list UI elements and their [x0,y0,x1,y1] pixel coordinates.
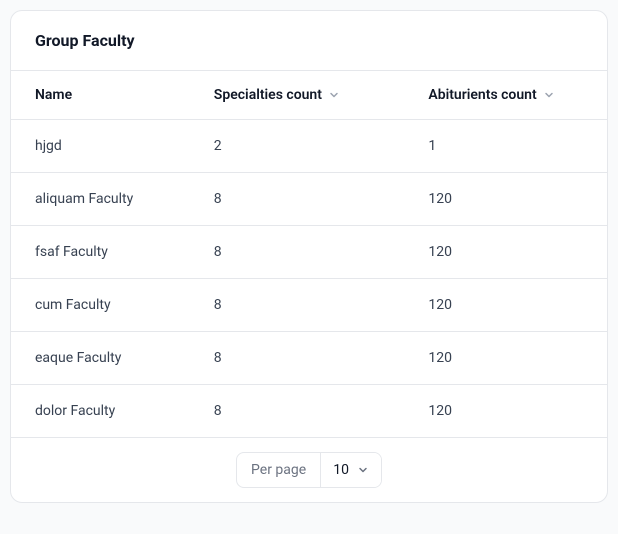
cell-abiturients: 120 [404,385,607,438]
card-title: Group Faculty [35,31,583,50]
card-header: Group Faculty [11,11,607,70]
cell-name: hjgd [11,120,190,173]
table-row: fsaf Faculty 8 120 [11,226,607,279]
cell-abiturients: 120 [404,279,607,332]
table-row: hjgd 2 1 [11,120,607,173]
table-row: dolor Faculty 8 120 [11,385,607,438]
cell-name: dolor Faculty [11,385,190,438]
column-header-name-label: Name [35,87,72,103]
cell-specialties: 8 [190,226,405,279]
chevron-down-icon [357,464,369,476]
cell-specialties: 8 [190,332,405,385]
cell-specialties: 2 [190,120,405,173]
table-row: aliquam Faculty 8 120 [11,173,607,226]
column-header-specialties-label: Specialties count [214,87,322,103]
cell-name: fsaf Faculty [11,226,190,279]
per-page-label: Per page [237,453,321,487]
cell-specialties: 8 [190,173,405,226]
per-page-value: 10 [333,462,349,478]
table-body: hjgd 2 1 aliquam Faculty 8 120 fsaf Facu… [11,120,607,438]
cell-name: eaque Faculty [11,332,190,385]
group-faculty-card: Group Faculty Name Specialties count [10,10,608,503]
cell-abiturients: 120 [404,332,607,385]
table-row: cum Faculty 8 120 [11,279,607,332]
cell-abiturients: 1 [404,120,607,173]
chevron-down-icon [543,89,555,101]
cell-name: aliquam Faculty [11,173,190,226]
column-header-abiturients-label: Abiturients count [428,87,536,103]
cell-specialties: 8 [190,279,405,332]
faculty-table: Name Specialties count Abiturients count [11,70,607,438]
per-page-control: Per page 10 [236,452,382,488]
cell-abiturients: 120 [404,226,607,279]
chevron-down-icon [328,89,340,101]
column-header-name: Name [11,71,190,120]
column-header-abiturients[interactable]: Abiturients count [404,71,607,120]
cell-specialties: 8 [190,385,405,438]
cell-name: cum Faculty [11,279,190,332]
card-footer: Per page 10 [11,438,607,502]
table-row: eaque Faculty 8 120 [11,332,607,385]
cell-abiturients: 120 [404,173,607,226]
column-header-specialties[interactable]: Specialties count [190,71,405,120]
per-page-select[interactable]: 10 [321,453,381,487]
